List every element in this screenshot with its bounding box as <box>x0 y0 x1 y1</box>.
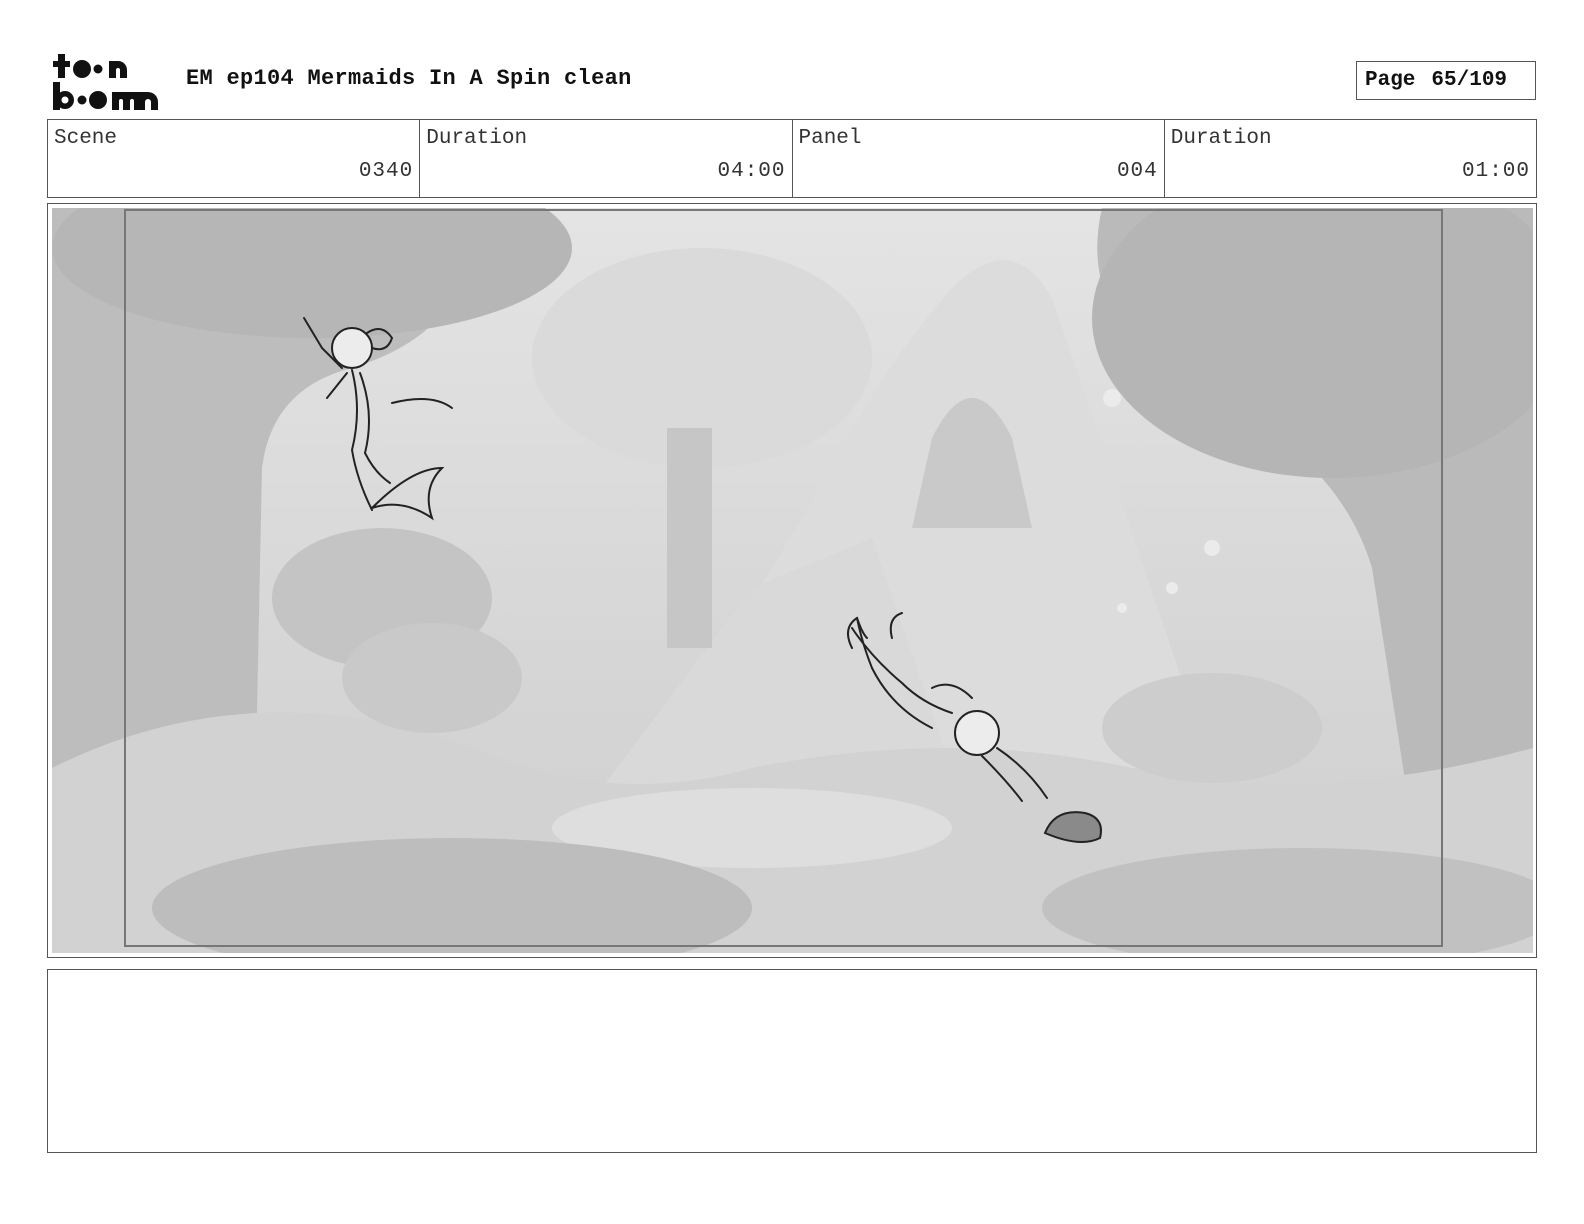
panel-notes-box <box>47 969 1537 1153</box>
scene-duration-cell: Duration 04:00 <box>420 120 793 197</box>
storyboard-panel-image <box>52 208 1533 953</box>
document-title: EM ep104 Mermaids In A Spin clean <box>186 66 632 91</box>
panel-duration-value: 01:00 <box>1461 160 1530 183</box>
panel-value: 004 <box>1116 160 1158 183</box>
page-label: Page <box>1365 69 1416 92</box>
panel-label: Panel <box>798 127 862 150</box>
panel-cell: Panel 004 <box>793 120 1165 197</box>
scene-info-row: Scene 0340 Duration 04:00 Panel 004 Dura… <box>47 119 1537 198</box>
page-number: 65/109 <box>1431 69 1508 92</box>
scene-duration-label: Duration <box>426 127 528 150</box>
scene-cell: Scene 0340 <box>48 120 421 197</box>
toon-boom-logo <box>53 54 158 110</box>
scene-duration-value: 04:00 <box>717 160 786 183</box>
scene-value: 0340 <box>358 160 414 183</box>
panel-duration-cell: Duration 01:00 <box>1165 120 1536 197</box>
panel-duration-label: Duration <box>1170 127 1272 150</box>
page-indicator: Page 65/109 <box>1356 61 1536 100</box>
scene-label: Scene <box>54 127 118 150</box>
